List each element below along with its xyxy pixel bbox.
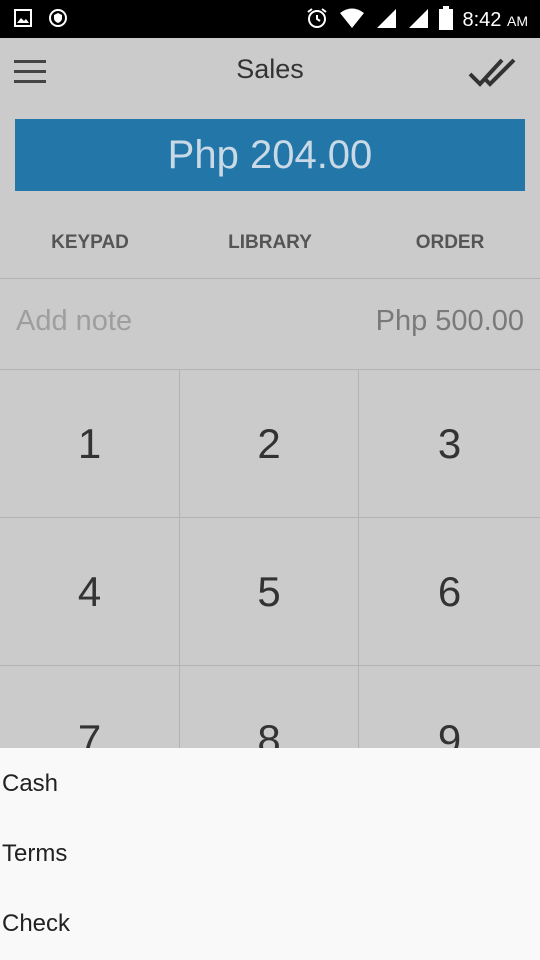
shield-icon [48, 8, 68, 33]
tab-order[interactable]: ORDER [360, 208, 540, 278]
total-amount-button[interactable]: Php 204.00 [15, 119, 525, 191]
key-5[interactable]: 5 [180, 518, 359, 666]
add-note-input[interactable]: Add note [16, 305, 132, 338]
clock-ampm: AM [507, 13, 528, 29]
note-row: Add note Php 500.00 [0, 279, 540, 370]
payment-option-cash[interactable]: Cash [0, 748, 540, 818]
signal-icon [375, 7, 397, 34]
entered-amount: Php 500.00 [375, 305, 524, 337]
payment-option-check[interactable]: Check [0, 888, 540, 958]
key-6[interactable]: 6 [359, 518, 540, 666]
key-3[interactable]: 3 [359, 370, 540, 518]
page-title: Sales [236, 54, 304, 84]
signal-icon [407, 7, 429, 34]
wifi-icon [339, 7, 365, 34]
key-2[interactable]: 2 [180, 370, 359, 518]
clock: 8:42 AM [463, 9, 529, 32]
payment-option-terms[interactable]: Terms [0, 818, 540, 888]
keypad: 1 2 3 4 5 6 7 8 9 [0, 370, 540, 814]
key-1[interactable]: 1 [0, 370, 180, 518]
payment-method-sheet: Cash Terms Check [0, 748, 540, 960]
key-4[interactable]: 4 [0, 518, 180, 666]
status-bar: 8:42 AM [0, 0, 540, 38]
tab-bar: KEYPAD LIBRARY ORDER [0, 208, 540, 279]
image-icon [14, 9, 32, 32]
app-bar: Sales [0, 38, 540, 104]
double-check-icon[interactable] [468, 56, 518, 88]
tab-keypad[interactable]: KEYPAD [0, 208, 180, 278]
alarm-icon [305, 6, 329, 35]
clock-time: 8:42 [462, 9, 502, 31]
tab-library[interactable]: LIBRARY [180, 208, 360, 278]
battery-icon [438, 6, 453, 35]
